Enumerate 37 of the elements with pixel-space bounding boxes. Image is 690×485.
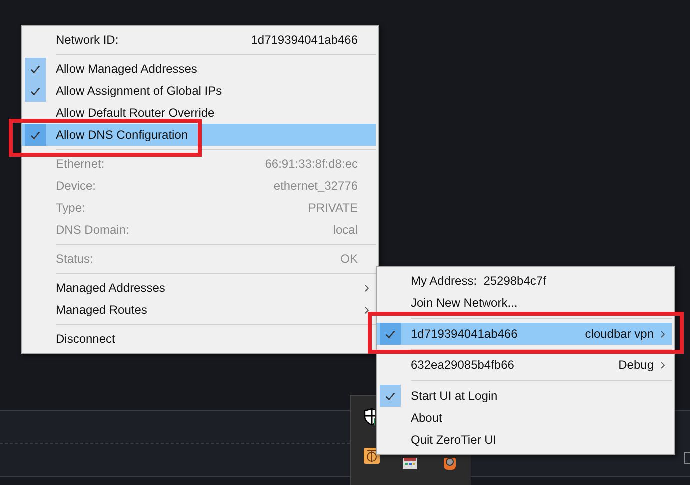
field-label: Ethernet: <box>56 157 106 171</box>
field-value: local <box>333 223 358 237</box>
field-label: Status: <box>56 252 94 266</box>
field-label: Type: <box>56 201 86 215</box>
menu-item[interactable]: Managed Routes <box>22 299 376 321</box>
menu-item[interactable]: 632ea29085b4fb66 Debug <box>377 354 672 376</box>
menu-item[interactable]: About <box>377 407 672 429</box>
menu-item[interactable]: Disconnect <box>22 328 376 350</box>
menu-item[interactable]: Start UI at Login <box>377 385 672 407</box>
menu-item[interactable]: Join New Network... <box>377 292 672 314</box>
chevron-icon <box>660 330 666 338</box>
menu-item[interactable]: Allow Assignment of Global IPs <box>22 80 376 102</box>
check-icon <box>385 328 396 340</box>
check-icon <box>30 86 41 96</box>
chevron-icon <box>364 284 370 292</box>
tiles-icon[interactable] <box>403 458 417 469</box>
field-value: PRIVATE <box>308 201 358 215</box>
chevron-icon <box>660 360 666 370</box>
field-value: 1d719394041ab466 <box>251 33 358 47</box>
check-icon <box>30 130 41 140</box>
field-label: Network ID: <box>56 33 120 47</box>
menu-item[interactable]: 1d719394041ab466 cloudbar vpn <box>377 323 672 345</box>
app-icon[interactable] <box>443 458 457 471</box>
menu-item[interactable]: Quit ZeroTier UI <box>377 429 672 451</box>
chevron-icon <box>364 306 370 314</box>
field-label: Device: <box>56 179 98 193</box>
field-label: DNS Domain: <box>56 223 130 237</box>
menu-item[interactable]: Allow DNS Configuration <box>22 124 376 146</box>
menu-item[interactable]: My Address: 25298b4c7f <box>377 270 672 292</box>
menu-item[interactable]: Managed Addresses <box>22 277 376 299</box>
field-value: 66:91:33:8f:d8:ec <box>265 157 358 171</box>
field-value: OK <box>340 252 358 266</box>
menu-item[interactable]: Allow Default Router Override <box>22 102 376 124</box>
menu-item[interactable]: Allow Managed Addresses <box>22 58 376 80</box>
field-value: ethernet_32776 <box>274 179 358 193</box>
check-icon <box>385 390 396 402</box>
check-icon <box>30 64 41 74</box>
